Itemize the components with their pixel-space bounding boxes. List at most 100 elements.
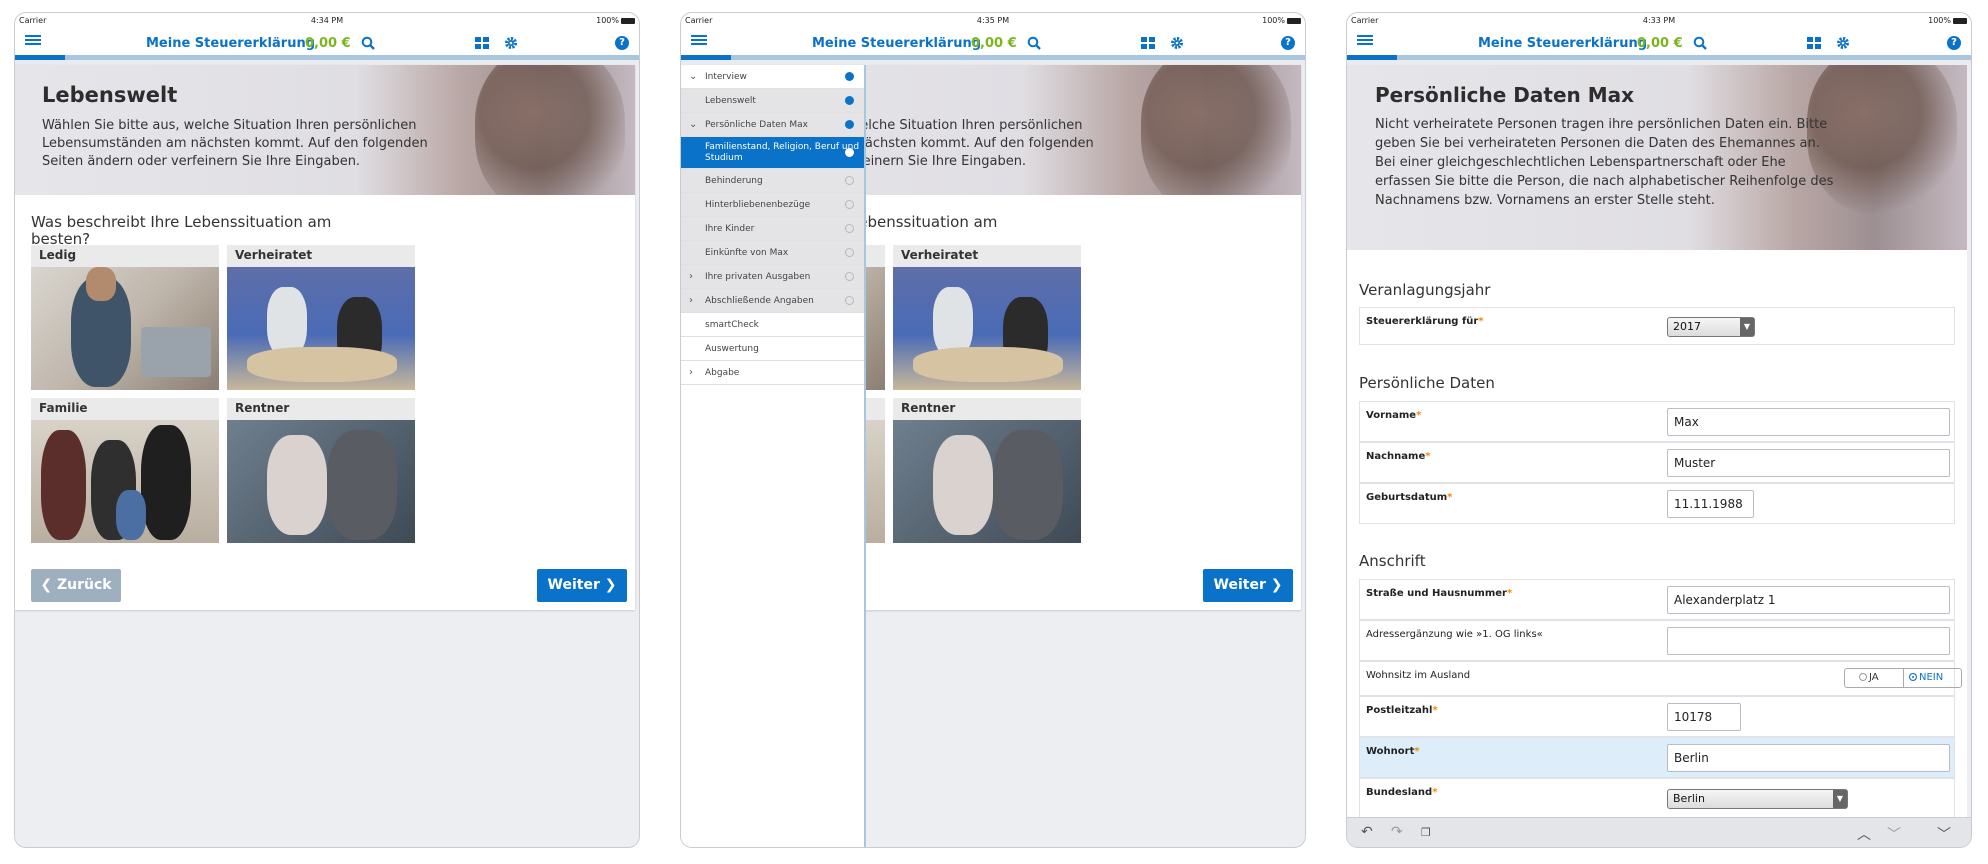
- tile-ledig[interactable]: Ledig: [31, 245, 219, 390]
- tile-label: Familie: [39, 401, 88, 415]
- row-strasse: Straße und Hausnummer* Alexanderplatz 1: [1359, 579, 1955, 620]
- battery-indicator: 100%: [1928, 16, 1967, 25]
- copy-icon[interactable]: ❐: [1421, 826, 1431, 839]
- status-bar: Carrier 4:35 PM 100%: [681, 13, 1305, 29]
- radio-nein[interactable]: NEIN: [1909, 672, 1943, 683]
- navigation-sidebar: ⌄ Interview Lebenswelt ⌄ Persönliche Daten…: [681, 65, 866, 847]
- row-postleitzahl: Postleitzahl* 10178: [1359, 696, 1955, 737]
- geburtsdatum-input[interactable]: 11.11.1988: [1667, 490, 1754, 518]
- undo-icon[interactable]: ↶: [1361, 824, 1373, 840]
- grid-icon[interactable]: [1807, 37, 1821, 49]
- row-nachname: Nachname* Muster: [1359, 442, 1955, 483]
- row-adressergaenzung: Adressergänzung wie »1. OG links«: [1359, 620, 1955, 661]
- menu-icon[interactable]: [1357, 35, 1373, 49]
- tile-label: Ledig: [39, 248, 77, 262]
- main-content: Lebenswelt Wählen Sie bitte aus, welche …: [15, 65, 639, 847]
- sidebar-item-kinder[interactable]: Ihre Kinder: [681, 217, 864, 241]
- next-button[interactable]: Weiter ❯: [537, 569, 627, 602]
- sidebar-item-auswertung[interactable]: Auswertung: [681, 337, 864, 361]
- redo-icon[interactable]: ↷: [1391, 824, 1403, 840]
- check-icon: [845, 176, 854, 185]
- tile-rentner[interactable]: Rentner: [227, 398, 415, 543]
- chevron-up-icon[interactable]: ︿: [1857, 824, 1871, 844]
- wohnort-input[interactable]: Berlin: [1667, 744, 1950, 772]
- search-icon[interactable]: [1027, 36, 1041, 50]
- status-bar: Carrier 4:33 PM 100%: [1347, 13, 1971, 29]
- field-label: Nachname*: [1366, 451, 1431, 462]
- tile-photo: [227, 420, 415, 543]
- sidebar-item-abschliessende-angaben[interactable]: › Abschließende Angaben: [681, 289, 864, 313]
- tile-verheiratet[interactable]: Verheiratet: [227, 245, 415, 390]
- bundesland-select[interactable]: Berlin ▼: [1667, 789, 1848, 809]
- battery-icon: [1287, 17, 1301, 24]
- check-icon: [845, 224, 854, 233]
- sidebar-item-interview[interactable]: ⌄ Interview: [681, 65, 864, 89]
- tile-label: Rentner: [235, 401, 290, 415]
- hero-banner: Lebenswelt Wählen Sie bitte aus, welche …: [15, 65, 635, 195]
- radio-icon: [1859, 673, 1867, 681]
- row-wohnsitz-ausland: Wohnsitz im Ausland JA NEIN: [1359, 661, 1962, 696]
- postleitzahl-input[interactable]: 10178: [1667, 703, 1741, 731]
- tile-photo: [893, 267, 1081, 390]
- field-label: Adressergänzung wie »1. OG links«: [1366, 629, 1543, 640]
- vorname-input[interactable]: Max: [1667, 408, 1950, 436]
- year-select[interactable]: 2017 ▼: [1667, 317, 1755, 337]
- help-icon[interactable]: ?: [1947, 36, 1961, 50]
- gear-icon[interactable]: [1836, 36, 1850, 50]
- field-label: Bundesland*: [1366, 787, 1438, 798]
- sidebar-item-einkuenfte[interactable]: Einkünfte von Max: [681, 241, 864, 265]
- adressergaenzung-input[interactable]: [1667, 627, 1950, 655]
- hero-photo: [475, 65, 625, 195]
- gear-icon[interactable]: [1170, 36, 1184, 50]
- progress-bar: [15, 55, 639, 60]
- nav-bar: Meine Steuererklärung 0,00 € ?: [681, 29, 1305, 55]
- dismiss-keyboard-icon[interactable]: ﹀: [1937, 824, 1951, 844]
- main-content: Persönliche Daten Max Nicht verheiratete…: [1347, 65, 1971, 847]
- sidebar-item-familienstand[interactable]: Familienstand, Religion, Beruf und Studi…: [681, 137, 864, 169]
- battery-icon: [1953, 17, 1967, 24]
- sidebar-item-hinterbliebenenbezuege[interactable]: Hinterbliebenenbezüge: [681, 193, 864, 217]
- form-card: Persönliche Daten Max Nicht verheiratete…: [1347, 65, 1967, 825]
- field-label: Geburtsdatum*: [1366, 492, 1453, 503]
- status-bar: Carrier 4:34 PM 100%: [15, 13, 639, 29]
- help-icon[interactable]: ?: [615, 36, 629, 50]
- page-description: Wählen Sie bitte aus, welche Situation I…: [42, 118, 428, 169]
- next-button[interactable]: Weiter ❯: [1203, 569, 1293, 602]
- chevron-down-icon[interactable]: ﹀: [1887, 824, 1901, 844]
- sidebar-item-private-ausgaben[interactable]: › Ihre privaten Ausgaben: [681, 265, 864, 289]
- sidebar-item-abgabe[interactable]: › Abgabe: [681, 361, 864, 385]
- field-label: Wohnsitz im Ausland: [1366, 670, 1471, 681]
- nachname-input[interactable]: Muster: [1667, 449, 1950, 477]
- tile-rentner[interactable]: Rentner: [893, 398, 1081, 543]
- help-icon[interactable]: ?: [1281, 36, 1295, 50]
- battery-indicator: 100%: [1262, 16, 1301, 25]
- sidebar-item-smartcheck[interactable]: smartCheck: [681, 313, 864, 337]
- question-text: Was beschreibt Ihre Lebenssituation am b…: [31, 213, 332, 248]
- field-label: Vorname*: [1366, 410, 1422, 421]
- tile-familie[interactable]: Familie: [31, 398, 219, 543]
- menu-icon[interactable]: [25, 35, 41, 49]
- dropdown-arrow-icon: ▼: [1833, 790, 1847, 808]
- sidebar-item-lebenswelt[interactable]: Lebenswelt: [681, 89, 864, 113]
- search-icon[interactable]: [1693, 36, 1707, 50]
- grid-icon[interactable]: [1141, 37, 1155, 49]
- search-icon[interactable]: [361, 36, 375, 50]
- sidebar-item-persoenliche-daten[interactable]: ⌄ Persönliche Daten Max: [681, 113, 864, 137]
- grid-icon[interactable]: [475, 37, 489, 49]
- keyboard-toolbar: ↶ ↷ ❐ ︿ ﹀ ﹀: [1347, 817, 1971, 847]
- tile-verheiratet[interactable]: Verheiratet: [893, 245, 1081, 390]
- chevron-down-icon: ⌄: [689, 119, 698, 130]
- menu-icon[interactable]: [691, 35, 707, 49]
- nav-bar: Meine Steuererklärung 0,00 € ?: [1347, 29, 1971, 55]
- row-vorname: Vorname* Max: [1359, 401, 1955, 442]
- clock: 4:33 PM: [1642, 16, 1676, 25]
- radio-ja[interactable]: JA: [1859, 672, 1879, 683]
- strasse-input[interactable]: Alexanderplatz 1: [1667, 586, 1950, 614]
- app-title: Meine Steuererklärung: [1478, 36, 1648, 51]
- battery-indicator: 100%: [596, 16, 635, 25]
- sidebar-item-behinderung[interactable]: Behinderung: [681, 169, 864, 193]
- check-icon: [845, 200, 854, 209]
- back-button[interactable]: ❮ Zurück: [31, 569, 121, 602]
- tile-label: Verheiratet: [235, 248, 313, 262]
- gear-icon[interactable]: [504, 36, 518, 50]
